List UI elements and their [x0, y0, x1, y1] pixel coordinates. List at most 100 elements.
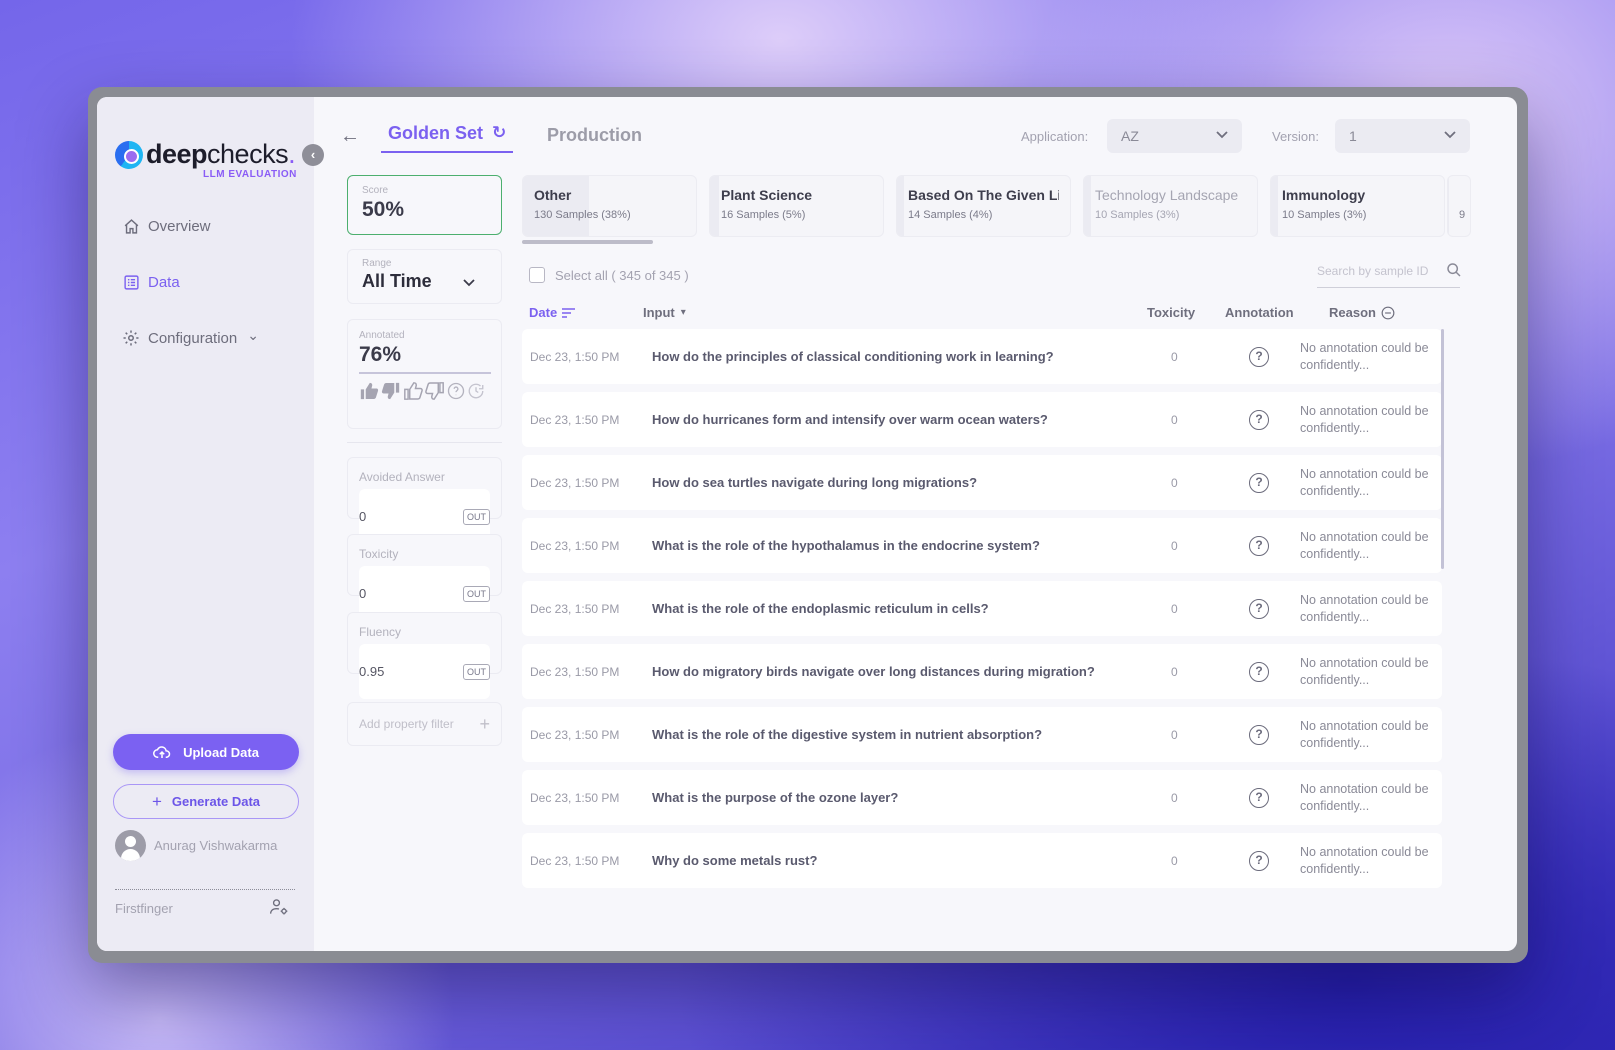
divider: [347, 442, 502, 443]
back-button[interactable]: ←: [340, 125, 360, 148]
thumbs-up-filled-icon[interactable]: [359, 382, 379, 405]
user-settings-icon[interactable]: [269, 897, 289, 922]
sort-icon[interactable]: [562, 307, 576, 318]
collapse-column-icon[interactable]: [1381, 306, 1395, 320]
application-select[interactable]: AZ: [1107, 119, 1242, 153]
table-row[interactable]: Dec 23, 1:50 PM What is the role of the e…: [522, 581, 1442, 636]
question-mark-icon[interactable]: ?: [1249, 472, 1269, 493]
question-mark-icon[interactable]: ?: [1249, 535, 1269, 556]
row-date: Dec 23, 1:50 PM: [530, 475, 620, 490]
table-row[interactable]: Dec 23, 1:50 PM What is the role of the d…: [522, 707, 1442, 762]
question-mark-icon[interactable]: ?: [1249, 661, 1269, 682]
home-icon: [122, 217, 140, 235]
out-badge[interactable]: OUT: [463, 508, 490, 525]
sidebar-item-overview[interactable]: Overview: [122, 217, 211, 235]
table-row[interactable]: Dec 23, 1:50 PM What is the role of the h…: [522, 518, 1442, 573]
row-toxicity: 0: [1171, 475, 1178, 490]
topic-tab[interactable]: Based On The Given Li... 14 Samples (4%): [896, 175, 1071, 237]
refresh-icon[interactable]: ↻: [492, 123, 506, 143]
row-date: Dec 23, 1:50 PM: [530, 412, 620, 427]
topic-share-fill: [523, 176, 589, 236]
topic-title: Plant Science: [721, 187, 813, 203]
out-badge[interactable]: OUT: [463, 663, 490, 680]
topic-tab[interactable]: Immunology 10 Samples (3%): [1270, 175, 1445, 237]
thumbs-down-outline-icon[interactable]: [425, 382, 445, 405]
row-toxicity: 0: [1171, 349, 1178, 364]
table-row[interactable]: Dec 23, 1:50 PM What is the purpose of th…: [522, 770, 1442, 825]
topic-sample-count: 130 Samples (38%): [534, 209, 631, 221]
question-mark-icon[interactable]: ?: [1249, 787, 1269, 808]
collapse-sidebar-button[interactable]: ‹: [302, 144, 324, 166]
row-toxicity: 0: [1171, 601, 1178, 616]
table-row[interactable]: Dec 23, 1:50 PM How do the principles of …: [522, 329, 1442, 384]
generate-data-button[interactable]: + Generate Data: [113, 784, 299, 819]
topic-tab[interactable]: Plant Science 16 Samples (5%): [709, 175, 884, 237]
question-mark-icon[interactable]: ?: [1249, 346, 1269, 367]
question-mark-icon[interactable]: ?: [1249, 724, 1269, 745]
table-row[interactable]: Dec 23, 1:50 PM How do sea turtles naviga…: [522, 455, 1442, 510]
sidebar-item-label: Configuration: [148, 329, 238, 347]
row-date: Dec 23, 1:50 PM: [530, 349, 620, 364]
table-row[interactable]: Dec 23, 1:50 PM How do hurricanes form an…: [522, 392, 1442, 447]
property-filter-avoided-answer[interactable]: Avoided Answer 0 OUT: [347, 457, 502, 544]
question-mark-icon[interactable]: ?: [1249, 409, 1269, 430]
add-property-filter-button[interactable]: Add property filter +: [347, 702, 502, 746]
brand-logo[interactable]: deepchecks.: [115, 139, 296, 170]
sidebar-item-data[interactable]: Data: [122, 273, 180, 291]
table-scrollbar[interactable]: [1441, 329, 1444, 569]
brand-subtitle: LLM EVALUATION: [203, 169, 297, 180]
property-value: 0.95: [359, 664, 385, 679]
table-row[interactable]: Dec 23, 1:50 PM How do migratory birds na…: [522, 644, 1442, 699]
caret-down-icon[interactable]: ▾: [681, 307, 686, 318]
score-card[interactable]: Score 50%: [347, 175, 502, 235]
property-filter-fluency[interactable]: Fluency 0.95 OUT: [347, 612, 502, 699]
select-all[interactable]: Select all ( 345 of 345 ): [529, 267, 689, 283]
annotated-progress-bar: [359, 372, 491, 374]
topic-title: Other: [534, 187, 572, 203]
column-header-annotation[interactable]: Annotation: [1225, 305, 1294, 320]
version-label: Version:: [1272, 129, 1319, 144]
logo-mark-icon: [115, 140, 143, 169]
application-value: AZ: [1121, 128, 1139, 144]
row-reason: No annotation could be confidently...: [1300, 403, 1429, 435]
tab-production[interactable]: Production: [547, 125, 642, 146]
topic-tabs-scrollbar[interactable]: [522, 240, 653, 244]
select-all-checkbox[interactable]: [529, 267, 545, 283]
search-input[interactable]: [1317, 264, 1442, 278]
out-badge[interactable]: OUT: [463, 585, 490, 602]
search-icon[interactable]: [1446, 262, 1462, 282]
range-value: All Time: [362, 271, 432, 291]
topic-sample-count: 14 Samples (4%): [908, 209, 993, 221]
column-header-input[interactable]: Input ▾: [643, 305, 686, 320]
tab-golden-set[interactable]: Golden Set ↻: [381, 123, 514, 153]
column-header-reason[interactable]: Reason: [1329, 305, 1395, 320]
property-filter-toxicity[interactable]: Toxicity 0 OUT: [347, 534, 502, 621]
select-all-label: Select all ( 345 of 345 ): [555, 267, 689, 283]
topic-tab[interactable]: Technology Landscape 10 Samples (3%): [1083, 175, 1258, 237]
table-row[interactable]: Dec 23, 1:50 PM Why do some metals rust? 0…: [522, 833, 1442, 888]
range-select[interactable]: Range All Time: [347, 249, 502, 304]
user-profile[interactable]: Anurag Vishwakarma: [115, 819, 277, 871]
unknown-annotation-icon[interactable]: [447, 382, 465, 405]
topic-tab[interactable]: Other 130 Samples (38%): [522, 175, 697, 237]
property-name: Fluency: [359, 625, 402, 639]
data-table: Dec 23, 1:50 PM How do the principles of …: [522, 329, 1442, 896]
upload-data-button[interactable]: Upload Data: [113, 734, 299, 770]
score-value: 50%: [362, 198, 405, 221]
version-select[interactable]: 1: [1335, 119, 1470, 153]
property-value: 0: [359, 509, 367, 524]
sidebar-item-configuration[interactable]: Configuration ⌄: [122, 327, 259, 347]
column-header-toxicity[interactable]: Toxicity: [1147, 305, 1195, 320]
row-input: How do migratory birds navigate over lon…: [652, 664, 1095, 679]
topic-title: Immunology: [1282, 187, 1366, 203]
question-mark-icon[interactable]: ?: [1249, 598, 1269, 619]
thumbs-up-outline-icon[interactable]: [403, 382, 423, 405]
question-mark-icon[interactable]: ?: [1249, 850, 1269, 871]
column-header-date[interactable]: Date: [529, 305, 576, 320]
thumbs-down-filled-icon[interactable]: [381, 382, 401, 405]
row-input: What is the role of the digestive system…: [652, 727, 1043, 742]
pending-annotation-icon[interactable]: [467, 382, 485, 405]
topic-tab[interactable]: I9: [1447, 175, 1471, 237]
sidebar: deepchecks. LLM EVALUATION ‹ Overview Da…: [97, 97, 324, 951]
chevron-down-icon: [463, 271, 475, 292]
